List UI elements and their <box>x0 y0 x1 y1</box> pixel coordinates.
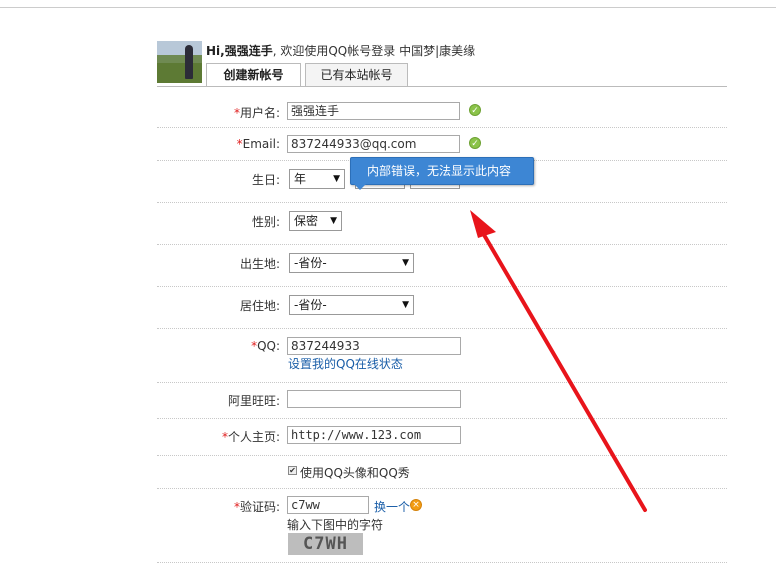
annotation-arrow <box>470 210 647 512</box>
arrowhead <box>470 210 496 238</box>
